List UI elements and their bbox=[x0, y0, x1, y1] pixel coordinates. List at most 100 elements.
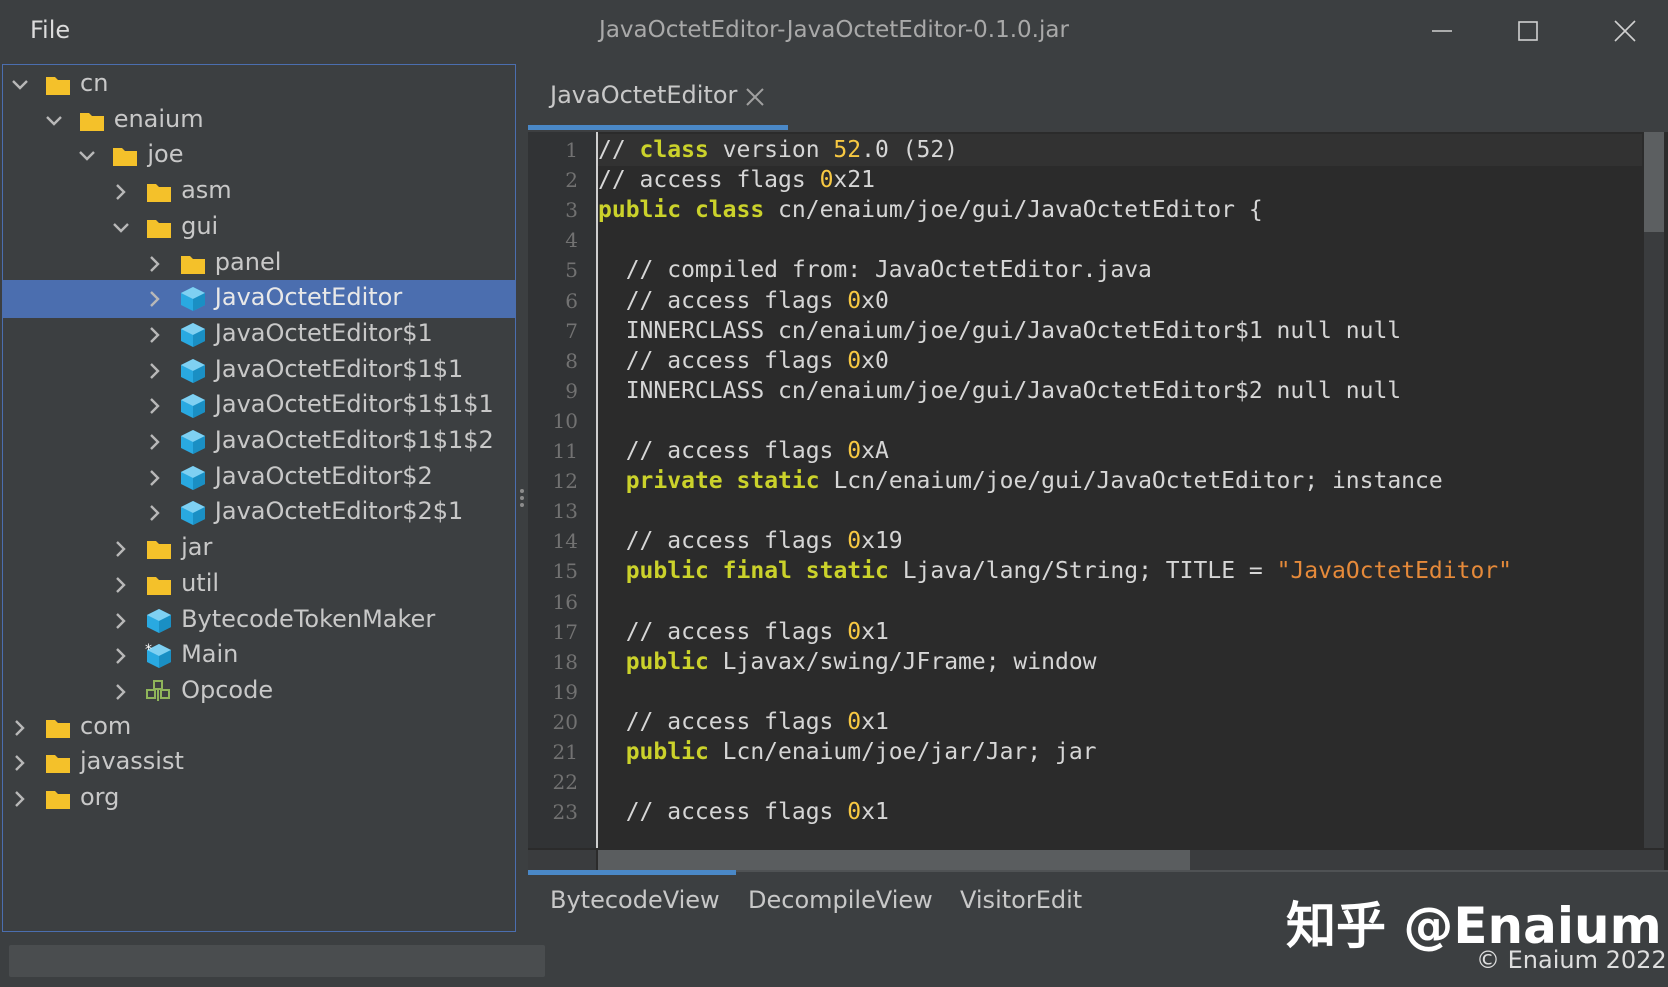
tree-node-label: JavaOctetEditor$2$1 bbox=[214, 497, 464, 526]
line-number: 16 bbox=[552, 589, 578, 614]
line-number: 5 bbox=[565, 258, 578, 283]
chevron-right-icon[interactable] bbox=[111, 611, 131, 631]
tree-node-label: jar bbox=[181, 533, 213, 562]
tree-node[interactable]: util bbox=[3, 566, 515, 604]
tree-node[interactable]: JavaOctetEditor bbox=[3, 280, 515, 319]
tab-bytecode-view[interactable]: BytecodeView bbox=[550, 886, 720, 914]
enum-icon bbox=[145, 679, 173, 705]
horizontal-scroll-thumb[interactable] bbox=[598, 850, 1190, 872]
line-number: 11 bbox=[552, 439, 578, 463]
chevron-right-icon[interactable] bbox=[145, 361, 165, 381]
code-line: public class cn/enaium/joe/gui/JavaOctet… bbox=[598, 197, 1263, 224]
line-number: 3 bbox=[565, 198, 578, 223]
line-number: 7 bbox=[565, 318, 578, 343]
line-number: 14 bbox=[552, 529, 578, 554]
tree-node[interactable]: jar bbox=[3, 530, 515, 568]
tree-node[interactable]: JavaOctetEditor$1$1$2 bbox=[3, 423, 515, 461]
tab-decompile-view[interactable]: DecompileView bbox=[748, 886, 933, 914]
class-icon bbox=[145, 608, 173, 634]
tree-node[interactable]: BytecodeTokenMaker bbox=[3, 602, 515, 640]
line-number: 10 bbox=[552, 408, 578, 433]
close-tab-icon[interactable] bbox=[744, 86, 766, 108]
chevron-right-icon[interactable] bbox=[111, 646, 131, 666]
chevron-right-icon[interactable] bbox=[145, 396, 165, 416]
line-number: 9 bbox=[565, 378, 578, 403]
tree-node-label: Main bbox=[181, 640, 239, 669]
main-class-icon: * bbox=[145, 642, 173, 669]
chevron-down-icon[interactable] bbox=[111, 218, 131, 238]
tree-node-label: gui bbox=[181, 211, 219, 240]
tree-node[interactable]: javassist bbox=[3, 744, 515, 782]
tree-node[interactable]: asm bbox=[3, 173, 515, 211]
chevron-right-icon[interactable] bbox=[10, 789, 30, 809]
chevron-right-icon[interactable] bbox=[145, 325, 165, 345]
minimize-button[interactable] bbox=[1414, 8, 1470, 54]
splitter-handle[interactable] bbox=[519, 486, 525, 514]
tree-node[interactable]: cn bbox=[3, 66, 515, 104]
code-line: // access flags 0x1 bbox=[598, 708, 889, 735]
chevron-right-icon[interactable] bbox=[10, 753, 30, 773]
tree-node[interactable]: Opcode bbox=[3, 673, 515, 711]
tab-visitor-edit[interactable]: VisitorEdit bbox=[960, 886, 1082, 914]
tree-node[interactable]: joe bbox=[3, 137, 515, 175]
tree-node[interactable]: JavaOctetEditor$1$1 bbox=[3, 352, 515, 390]
line-number: 23 bbox=[552, 800, 578, 825]
tree-node-label: JavaOctetEditor$2 bbox=[214, 461, 433, 490]
chevron-right-icon[interactable] bbox=[111, 182, 131, 202]
chevron-down-icon[interactable] bbox=[44, 111, 64, 131]
chevron-right-icon[interactable] bbox=[111, 539, 131, 559]
tree-node-label: panel bbox=[214, 247, 282, 276]
chevron-right-icon[interactable] bbox=[145, 254, 165, 274]
code-line: // compiled from: JavaOctetEditor.java bbox=[598, 257, 1152, 284]
maximize-button[interactable] bbox=[1500, 8, 1556, 54]
line-number: 4 bbox=[565, 228, 578, 253]
folder-icon bbox=[111, 143, 139, 169]
chevron-right-icon[interactable] bbox=[145, 432, 165, 452]
chevron-right-icon[interactable] bbox=[145, 503, 165, 523]
folder-icon bbox=[44, 786, 72, 812]
vertical-scrollbar[interactable] bbox=[1644, 132, 1664, 848]
chevron-right-icon[interactable] bbox=[145, 468, 165, 488]
title-bar: File JavaOctetEditor-JavaOctetEditor-0.1… bbox=[0, 0, 1668, 62]
tree-node[interactable]: gui bbox=[3, 209, 515, 247]
tree-node[interactable]: com bbox=[3, 709, 515, 747]
tree-node[interactable]: panel bbox=[3, 245, 515, 283]
chevron-right-icon[interactable] bbox=[10, 718, 30, 738]
code-editor[interactable]: 1 2 3 4 5 6 7 8 9 10 11 12 13 14 15 16 17 18 19 20 21 22 23 //… bbox=[528, 130, 1668, 872]
copyright: © Enaium 2022 bbox=[1476, 946, 1667, 974]
tree-node[interactable]: JavaOctetEditor$2 bbox=[3, 459, 515, 497]
tree-node-label: javassist bbox=[80, 747, 184, 776]
line-number: 2 bbox=[565, 168, 578, 193]
line-number: 20 bbox=[552, 709, 578, 734]
code-line: INNERCLASS cn/enaium/joe/gui/JavaOctetEd… bbox=[598, 317, 1402, 344]
chevron-down-icon[interactable] bbox=[10, 75, 30, 95]
tree-node[interactable]: JavaOctetEditor$1 bbox=[3, 316, 515, 354]
tree-node-label: joe bbox=[147, 140, 184, 169]
chevron-right-icon[interactable] bbox=[111, 682, 131, 702]
file-tree[interactable]: cn enaium joe asm gui panel JavaOctetEditor Jav… bbox=[2, 64, 516, 932]
tree-node[interactable]: JavaOctetEditor$1$1$1 bbox=[3, 387, 515, 425]
tree-node[interactable]: org bbox=[3, 780, 515, 818]
tree-node-label: org bbox=[80, 783, 120, 811]
code-area[interactable]: // class version 52.0 (52) // access flag… bbox=[598, 132, 1642, 848]
tree-node[interactable]: enaium bbox=[3, 102, 515, 140]
chevron-down-icon[interactable] bbox=[77, 146, 97, 166]
tree-node-label: util bbox=[181, 568, 220, 597]
horizontal-scrollbar[interactable] bbox=[598, 850, 1664, 872]
chevron-right-icon[interactable] bbox=[145, 289, 165, 309]
tab-label: JavaOctetEditor bbox=[550, 81, 738, 109]
code-line: public final static Ljava/lang/String; T… bbox=[625, 558, 1512, 585]
tree-node-label: JavaOctetEditor$1$1$1 bbox=[214, 390, 494, 419]
chevron-right-icon[interactable] bbox=[111, 575, 131, 595]
vertical-scroll-thumb[interactable] bbox=[1644, 132, 1664, 232]
folder-icon bbox=[78, 108, 106, 134]
folder-icon bbox=[145, 215, 173, 241]
tab-java-octet-editor[interactable]: JavaOctetEditor bbox=[528, 64, 788, 130]
tree-node[interactable]: * Main bbox=[3, 637, 515, 675]
code-line: // access flags 0x21 bbox=[598, 167, 875, 194]
line-number: 12 bbox=[552, 469, 578, 494]
tree-node-label: JavaOctetEditor$1$1$2 bbox=[214, 426, 494, 454]
close-window-button[interactable] bbox=[1597, 8, 1653, 54]
tree-node[interactable]: JavaOctetEditor$2$1 bbox=[3, 494, 515, 532]
class-icon bbox=[179, 465, 207, 491]
